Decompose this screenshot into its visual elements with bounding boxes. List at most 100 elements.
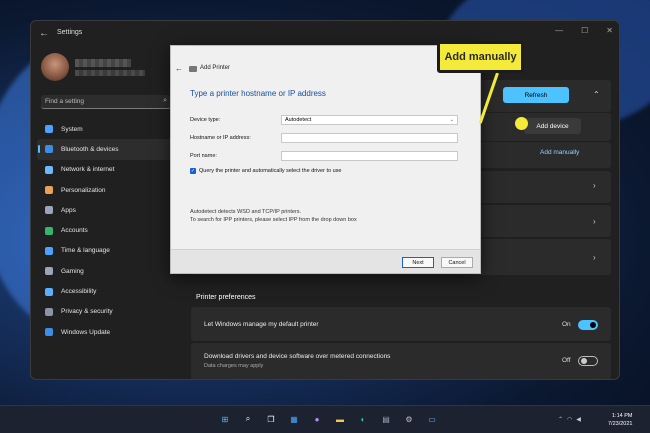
device-type-value: Autodetect	[285, 117, 312, 123]
hostname-label: Hostname or IP address:	[190, 135, 251, 141]
sidebar-item-label: Time & language	[61, 247, 110, 255]
dialog-footer: Next Cancel	[171, 249, 480, 273]
window-controls: — ☐ ✕	[555, 26, 613, 35]
sidebar-item-label: Accounts	[61, 227, 88, 235]
system-tray: ⌃ ◠ ◀	[558, 416, 581, 423]
query-printer-checkbox[interactable]: ✓	[190, 168, 196, 174]
sidebar-nav: System Bluetooth & devices Network & int…	[37, 119, 177, 342]
sidebar-item-label: Personalization	[61, 186, 106, 194]
chevron-down-icon: ⌄	[449, 117, 454, 123]
cancel-button[interactable]: Cancel	[441, 257, 473, 268]
add-device-button[interactable]: Add device	[524, 118, 581, 134]
store-icon[interactable]: ▤	[379, 412, 393, 426]
sidebar-item-label: Windows Update	[61, 328, 111, 336]
toggle-knob	[581, 358, 587, 364]
remote-desktop-icon[interactable]: ▭	[425, 412, 439, 426]
sidebar-item-label: Apps	[61, 206, 76, 214]
sidebar-item-personalization[interactable]: Personalization	[37, 180, 177, 200]
bluetooth-icon	[45, 145, 53, 154]
sidebar-item-bluetooth-devices[interactable]: Bluetooth & devices	[37, 139, 177, 160]
port-name-input[interactable]	[281, 151, 458, 161]
printer-icon	[189, 66, 197, 72]
widgets-icon[interactable]: ▦	[287, 412, 301, 426]
next-button[interactable]: Next	[402, 257, 434, 268]
blurred-user-email	[75, 70, 145, 76]
wifi-icon	[45, 165, 53, 174]
printer-preferences-heading: Printer preferences	[196, 294, 256, 301]
task-view-icon[interactable]: ❐	[264, 412, 278, 426]
sidebar-item-gaming[interactable]: Gaming	[37, 261, 177, 281]
info-text-line: Autodetect detects WSD and TCP/IP printe…	[190, 209, 302, 215]
blurred-user-name	[75, 59, 131, 67]
metered-row	[191, 343, 611, 379]
chevron-up-icon[interactable]: ⌃	[558, 416, 563, 423]
search-input[interactable]: Find a setting	[45, 98, 84, 105]
taskbar-icons: ⊞ ⌕ ❐ ▦ ● ▬ ◐ ▤ ⚙ ▭	[218, 412, 439, 426]
default-printer-state: On	[562, 321, 571, 328]
globe-clock-icon	[45, 246, 53, 255]
metered-toggle[interactable]	[578, 356, 598, 366]
search-icon: ⌕	[163, 97, 167, 104]
minimize-icon[interactable]: —	[555, 26, 563, 35]
metered-label: Download drivers and device software ove…	[204, 353, 391, 360]
volume-icon[interactable]: ◀	[576, 416, 581, 423]
chevron-right-icon: ›	[593, 181, 596, 190]
query-printer-label: Query the printer and automatically sele…	[199, 168, 342, 174]
clock-date: 7/23/2021	[608, 421, 633, 427]
dialog-title: Add Printer	[200, 65, 231, 71]
chevron-right-icon: ›	[593, 217, 596, 226]
settings-search[interactable]: Find a setting ⌕	[41, 95, 171, 109]
taskbar: ⊞ ⌕ ❐ ▦ ● ▬ ◐ ▤ ⚙ ▭ ⌃ ◠ ◀ 1:14 PM 7/23/2…	[0, 405, 650, 433]
refresh-button[interactable]: Refresh	[503, 87, 569, 103]
file-explorer-icon[interactable]: ▬	[333, 412, 347, 426]
sidebar-item-accounts[interactable]: Accounts	[37, 220, 177, 240]
device-type-label: Device type:	[190, 117, 221, 123]
sidebar-item-privacy-security[interactable]: Privacy & security	[37, 302, 177, 322]
info-text-line: To search for IPP printers, please selec…	[190, 217, 357, 223]
clock-time: 1:14 PM	[611, 413, 633, 419]
wifi-icon[interactable]: ◠	[567, 416, 572, 423]
sidebar-item-label: Bluetooth & devices	[61, 145, 119, 153]
add-printer-dialog: ← Add Printer Type a printer hostname or…	[170, 45, 481, 274]
close-icon[interactable]: ✕	[606, 26, 613, 35]
monitor-icon	[45, 125, 53, 134]
device-type-select[interactable]: Autodetect ⌄	[281, 115, 458, 125]
back-arrow-icon[interactable]: ←	[175, 64, 183, 73]
sidebar-item-windows-update[interactable]: Windows Update	[37, 322, 177, 342]
gamepad-icon	[45, 267, 53, 276]
chevron-up-icon[interactable]: ⌃	[593, 90, 600, 99]
sidebar-item-network[interactable]: Network & internet	[37, 160, 177, 180]
update-icon	[45, 328, 53, 337]
sidebar-item-system[interactable]: System	[37, 119, 177, 139]
sidebar-item-label: Privacy & security	[61, 308, 113, 316]
metered-state: Off	[562, 357, 571, 364]
callout-add-manually: Add manually	[437, 41, 524, 73]
sidebar-item-label: Gaming	[61, 267, 84, 275]
person-icon	[45, 226, 53, 235]
brush-icon	[45, 186, 53, 195]
maximize-icon[interactable]: ☐	[581, 26, 588, 35]
taskbar-clock[interactable]: 1:14 PM 7/23/2021	[608, 412, 632, 428]
app-title: Settings	[57, 29, 83, 36]
sidebar-item-time-language[interactable]: Time & language	[37, 241, 177, 261]
accessibility-icon	[45, 287, 53, 296]
sidebar-item-accessibility[interactable]: Accessibility	[37, 281, 177, 301]
default-printer-label: Let Windows manage my default printer	[204, 321, 319, 328]
sidebar-item-apps[interactable]: Apps	[37, 200, 177, 220]
port-name-label: Port name:	[190, 153, 217, 159]
chat-icon[interactable]: ●	[310, 412, 324, 426]
metered-sublabel: Data charges may apply	[204, 363, 264, 369]
default-printer-toggle[interactable]	[578, 320, 598, 330]
sidebar-item-label: Accessibility	[61, 288, 97, 296]
windows-icon[interactable]: ⊞	[218, 412, 232, 426]
settings-icon[interactable]: ⚙	[402, 412, 416, 426]
search-icon[interactable]: ⌕	[241, 412, 255, 426]
callout-dot	[515, 117, 528, 130]
back-arrow-icon[interactable]: ←	[39, 28, 49, 39]
add-manually-link[interactable]: Add manually	[540, 149, 579, 156]
hostname-input[interactable]	[281, 133, 458, 143]
chevron-right-icon: ›	[593, 253, 596, 262]
dialog-heading: Type a printer hostname or IP address	[190, 89, 326, 98]
avatar	[41, 53, 69, 81]
edge-icon[interactable]: ◐	[356, 412, 370, 426]
